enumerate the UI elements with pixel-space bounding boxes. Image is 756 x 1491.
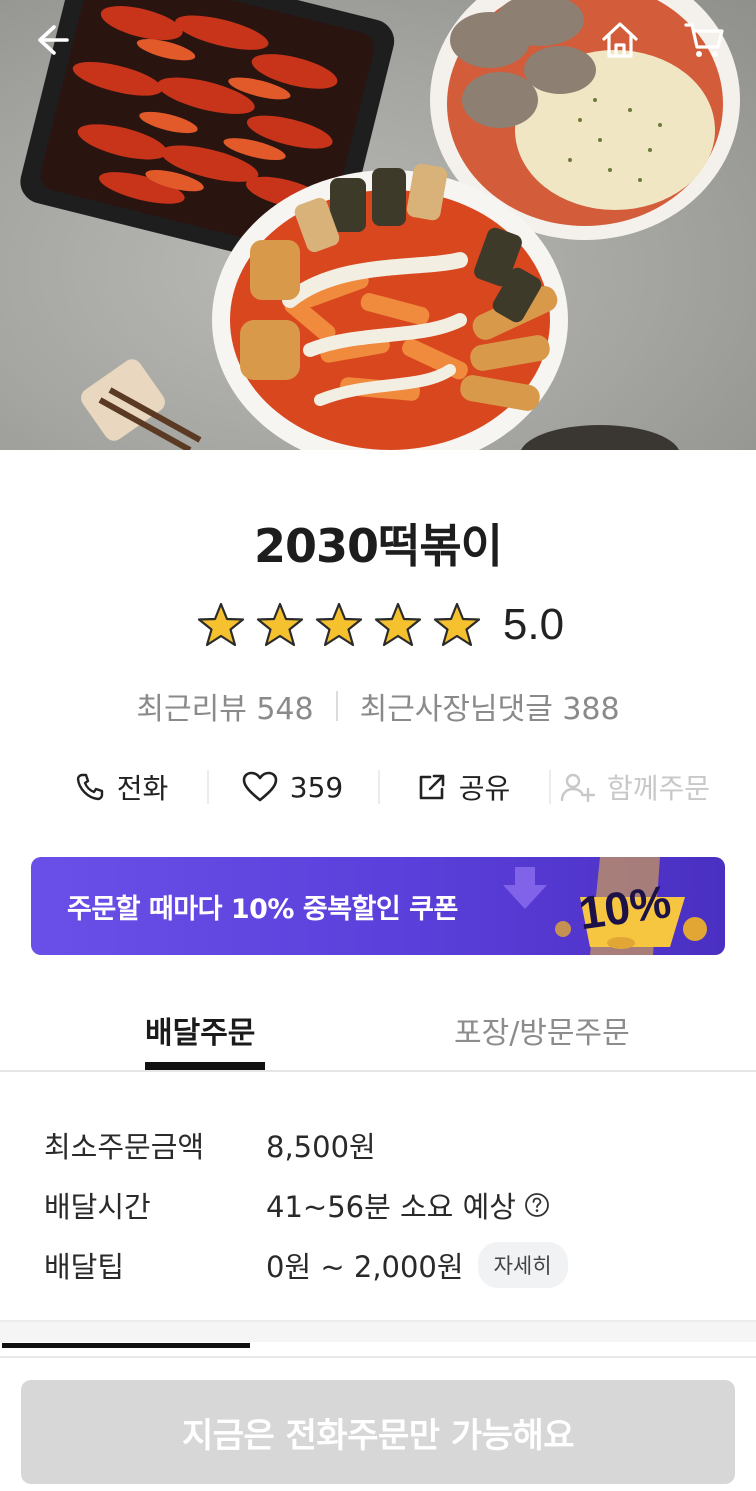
tab-pickup[interactable]: 포장/방문주문 (454, 1008, 630, 1052)
help-icon[interactable] (524, 1192, 550, 1218)
delivery-tip-value: 0원 ~ 2,000원 (266, 1250, 464, 1284)
star-icon (257, 602, 304, 647)
arrow-left-icon (38, 25, 69, 55)
rating-row: 5.0 (0, 600, 756, 650)
delivery-time-value-wrap: 41~56분 소요 예상 (266, 1184, 550, 1226)
coupon-badge-art: 10% (503, 857, 707, 955)
menu-tab-indicator (2, 1343, 250, 1348)
delivery-tip-value-wrap: 0원 ~ 2,000원 자세히 (266, 1242, 568, 1288)
store-action-bar: 전화 359 공유 함께주문 (36, 762, 720, 812)
call-button[interactable]: 전화 (36, 762, 207, 812)
group-order-button[interactable]: 함께주문 (549, 762, 720, 812)
recent-reviews-link[interactable]: 최근리뷰 548 (136, 684, 313, 728)
share-button[interactable]: 공유 (378, 762, 549, 812)
store-name: 2030떡볶이 (254, 519, 503, 573)
order-type-tabs: 배달주문 포장/방문주문 (0, 990, 756, 1072)
back-button[interactable] (30, 18, 74, 62)
share-icon (419, 774, 445, 800)
add-person-icon (560, 773, 595, 803)
min-order-row: 최소주문금액 8,500원 (44, 1115, 724, 1175)
group-order-label: 함께주문 (606, 772, 711, 805)
star-icon (434, 602, 481, 647)
phone-icon (76, 773, 103, 801)
coupon-banner[interactable]: 주문할 때마다 10% 중복할인 쿠폰 10% (31, 857, 725, 955)
tab-delivery[interactable]: 배달주문 (145, 1008, 255, 1052)
like-button[interactable]: 359 (207, 762, 378, 812)
delivery-tip-label: 배달팁 (44, 1250, 125, 1284)
review-summary: 최근리뷰 548 최근사장님댓글 388 (0, 684, 756, 728)
cart-button[interactable] (682, 18, 726, 62)
store-hero-image (0, 0, 756, 450)
like-count: 359 (289, 770, 344, 804)
star-icon (198, 602, 245, 647)
tip-detail-button[interactable]: 자세히 (477, 1242, 568, 1288)
heart-icon (242, 771, 278, 802)
order-cta-button[interactable]: 지금은 전화주문만 가능해요 (21, 1380, 735, 1484)
share-label: 공유 (458, 772, 511, 805)
coupon-text: 주문할 때마다 10% 중복할인 쿠폰 (67, 893, 458, 925)
star-icon (316, 602, 363, 647)
star-icon (375, 602, 422, 647)
food-photo (20, 0, 740, 450)
delivery-info: 최소주문금액 8,500원 배달시간 41~56분 소요 예상 배달팁 0원 ~… (44, 1115, 724, 1295)
owner-replies-link[interactable]: 최근사장님댓글 388 (360, 684, 620, 728)
delivery-time-value: 41~56분 소요 예상 (266, 1190, 516, 1224)
delivery-tip-row: 배달팁 0원 ~ 2,000원 자세히 (44, 1235, 724, 1295)
home-button[interactable] (598, 18, 642, 62)
cart-icon (684, 23, 724, 57)
delivery-time-row: 배달시간 41~56분 소요 예상 (44, 1175, 724, 1235)
rating-value: 5.0 (502, 600, 565, 649)
min-order-value: 8,500원 (266, 1130, 376, 1164)
min-order-label: 최소주문금액 (44, 1130, 205, 1164)
active-tab-indicator (145, 1062, 265, 1070)
delivery-time-label: 배달시간 (44, 1190, 151, 1224)
divider (335, 691, 338, 721)
section-divider (0, 1320, 756, 1342)
divider (0, 1356, 756, 1358)
call-label: 전화 (116, 772, 169, 805)
home-icon (602, 22, 638, 58)
